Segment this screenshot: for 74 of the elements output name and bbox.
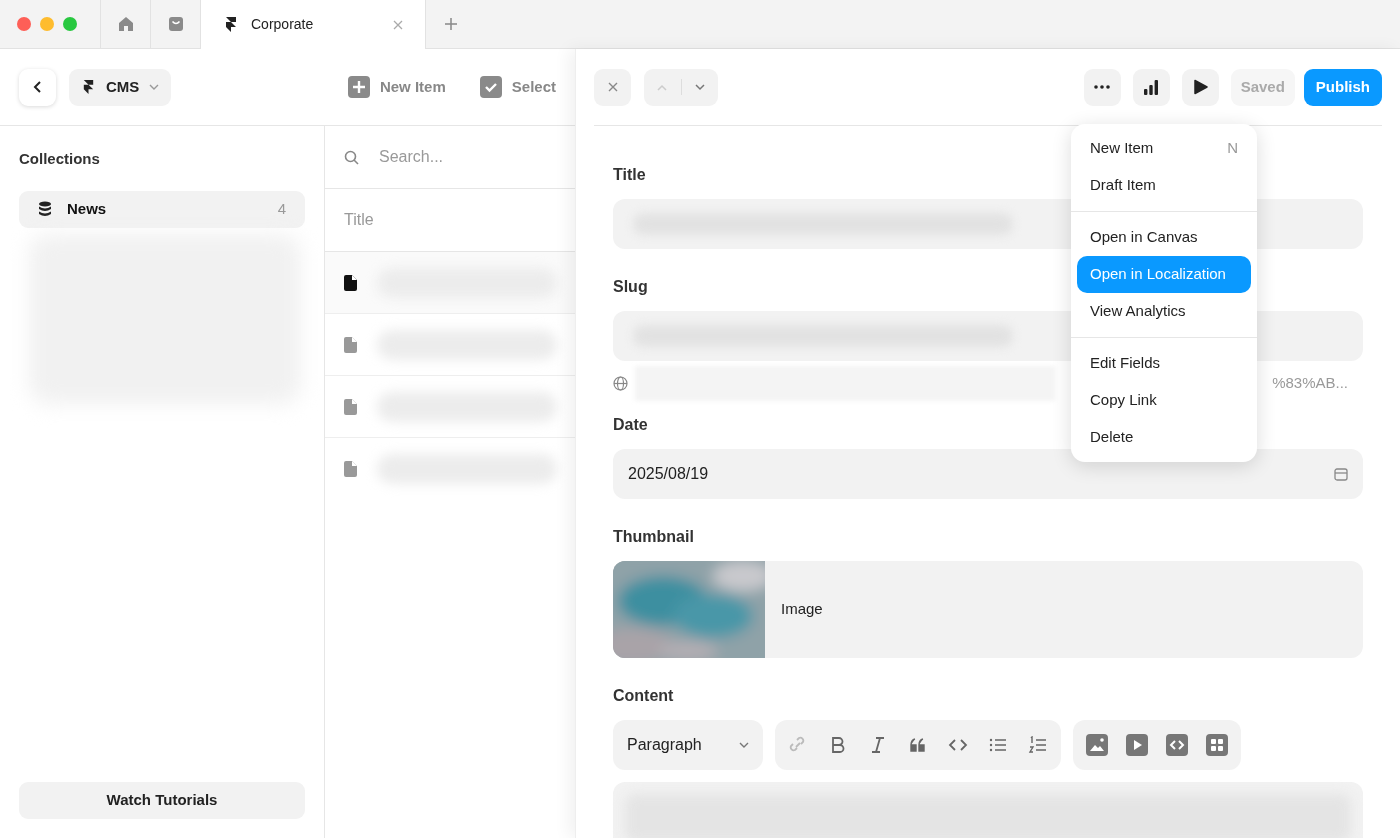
more-icon bbox=[1094, 85, 1111, 89]
watch-tutorials-button[interactable]: Watch Tutorials bbox=[19, 782, 305, 819]
chevron-down-icon bbox=[694, 83, 705, 91]
document-icon bbox=[344, 336, 357, 353]
close-window-control[interactable] bbox=[17, 17, 31, 31]
grid-icon bbox=[1206, 734, 1228, 756]
close-icon bbox=[607, 82, 618, 92]
select-button[interactable]: Select bbox=[479, 75, 556, 99]
quote-icon bbox=[908, 736, 928, 754]
section-heading: Collections bbox=[19, 149, 101, 169]
menu-item[interactable]: New Item N bbox=[1077, 130, 1251, 167]
cms-dropdown[interactable]: CMS bbox=[69, 68, 172, 106]
more-button[interactable] bbox=[1083, 68, 1121, 106]
database-icon bbox=[38, 201, 52, 217]
minimize-window-control[interactable] bbox=[40, 17, 54, 31]
chevron-up-icon bbox=[657, 83, 668, 91]
chevron-down-icon bbox=[739, 742, 749, 748]
bullet-list-icon bbox=[988, 736, 1008, 754]
image-field[interactable]: Image bbox=[613, 561, 1363, 658]
collection-item[interactable]: News 4 bbox=[19, 190, 305, 228]
field-label: Date bbox=[613, 415, 648, 435]
field-label: Content bbox=[613, 686, 674, 706]
item-count: 4 bbox=[277, 198, 286, 219]
play-icon bbox=[1126, 734, 1148, 756]
home-icon bbox=[116, 15, 135, 33]
document-icon bbox=[344, 461, 357, 477]
preview-button[interactable] bbox=[1181, 68, 1219, 106]
close-icon bbox=[393, 19, 403, 30]
quote-button[interactable] bbox=[908, 736, 928, 754]
document-icon bbox=[344, 274, 357, 291]
analytics-button[interactable] bbox=[1132, 68, 1170, 106]
search-field[interactable]: Search... bbox=[379, 145, 556, 169]
shortcut-key: N bbox=[1227, 137, 1238, 160]
framer-logo-icon bbox=[81, 79, 96, 95]
close-button[interactable] bbox=[594, 68, 631, 106]
new-item-button[interactable]: New Item bbox=[347, 75, 446, 99]
chevron-left-icon bbox=[32, 80, 43, 94]
field-label: Title bbox=[613, 165, 646, 185]
image-label: Image bbox=[781, 599, 823, 620]
menu-item[interactable]: Draft Item bbox=[1077, 167, 1251, 204]
menu-item[interactable]: Copy Link bbox=[1077, 382, 1251, 419]
plus-icon bbox=[347, 76, 370, 98]
menu-item[interactable]: Open in Canvas bbox=[1077, 219, 1251, 256]
zoom-window-control[interactable] bbox=[63, 17, 77, 31]
browser-tab[interactable]: Corporate bbox=[201, 0, 426, 49]
menu-item[interactable]: View Analytics bbox=[1077, 293, 1251, 330]
column-header: Title bbox=[344, 210, 374, 230]
document-icon bbox=[344, 398, 357, 415]
plus-icon bbox=[444, 17, 458, 31]
back-button[interactable] bbox=[19, 68, 56, 106]
search-icon bbox=[344, 149, 359, 165]
image-button[interactable] bbox=[1086, 734, 1108, 756]
field-label: Slug bbox=[613, 277, 648, 297]
embed-icon bbox=[1166, 734, 1188, 756]
field-label: Thumbnail bbox=[613, 527, 694, 547]
chevron-down-icon bbox=[149, 84, 160, 90]
bar-chart-icon bbox=[1143, 79, 1160, 95]
menu-item[interactable]: Edit Fields bbox=[1077, 345, 1251, 382]
checkbox-icon bbox=[479, 76, 502, 98]
url-text: %83%AB... bbox=[1272, 373, 1348, 394]
bullet-list-button[interactable] bbox=[988, 736, 1008, 754]
image-icon bbox=[1086, 734, 1108, 756]
format-dropdown[interactable]: Paragraph bbox=[613, 720, 763, 770]
play-button[interactable] bbox=[1126, 734, 1148, 756]
framer-logo-icon bbox=[223, 16, 239, 33]
calendar-icon bbox=[1334, 467, 1348, 481]
date-field[interactable]: 2025/08/19 bbox=[613, 449, 1363, 499]
numbered-list-button[interactable] bbox=[1028, 736, 1048, 754]
grid-button[interactable] bbox=[1206, 734, 1228, 756]
numbered-list-icon bbox=[1028, 736, 1048, 754]
globe-icon bbox=[613, 376, 628, 391]
embed-button[interactable] bbox=[1166, 734, 1188, 756]
tray-icon bbox=[167, 16, 184, 32]
play-icon bbox=[1192, 79, 1208, 95]
